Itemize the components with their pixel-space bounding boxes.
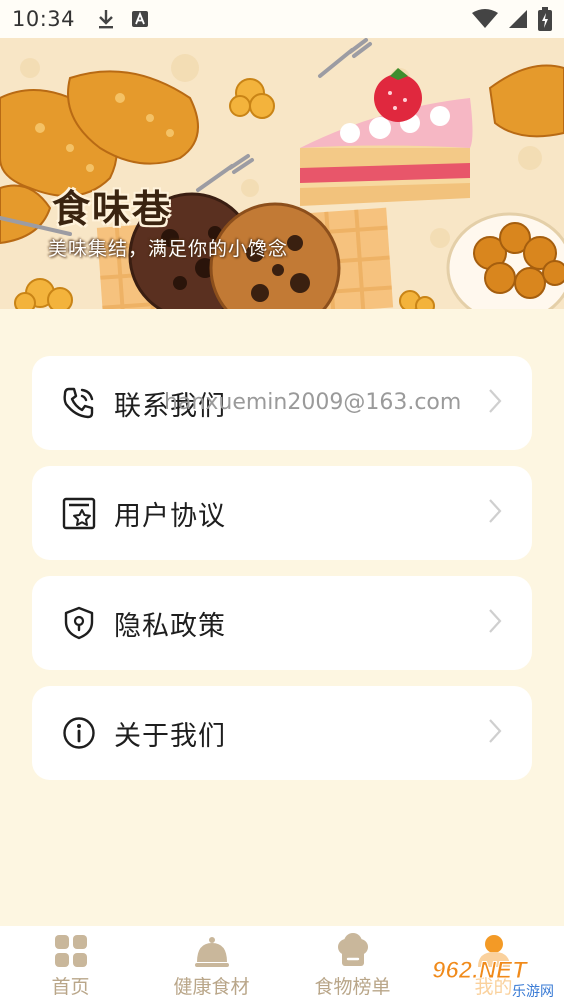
banner-illustration bbox=[0, 38, 564, 309]
shield-icon bbox=[62, 606, 96, 640]
menu-item-label: 关于我们 bbox=[114, 720, 226, 752]
chevron-right-icon bbox=[488, 388, 502, 418]
wifi-icon bbox=[472, 9, 498, 28]
status-time: 10:34 bbox=[12, 7, 76, 31]
status-notification-icons bbox=[97, 8, 149, 30]
info-icon bbox=[62, 716, 96, 750]
menu-item-privacy-policy[interactable]: 隐私政策 bbox=[32, 576, 532, 670]
menu-item-label: 隐私政策 bbox=[114, 610, 226, 642]
menu-item-contact-us[interactable]: 联系我们 hanxuemin2009@163.com bbox=[32, 356, 532, 450]
menu-item-about-us[interactable]: 关于我们 bbox=[32, 686, 532, 780]
cloche-icon bbox=[194, 937, 229, 967]
chevron-right-icon bbox=[488, 498, 502, 528]
battery-icon bbox=[538, 7, 552, 31]
banner-title: 食味巷 bbox=[52, 186, 173, 231]
chevron-right-icon bbox=[488, 608, 502, 638]
watermark-sub: 乐游网 bbox=[512, 984, 554, 1000]
watermark-main: 962.NET bbox=[432, 957, 529, 984]
chevron-right-icon bbox=[488, 718, 502, 748]
phone-icon bbox=[62, 386, 96, 420]
nav-item-food-ranking[interactable]: 食物榜单 bbox=[282, 926, 423, 1004]
agreement-star-icon bbox=[62, 496, 96, 530]
nav-label: 首页 bbox=[51, 976, 90, 998]
home-grid-icon bbox=[54, 935, 87, 967]
nav-item-home[interactable]: 首页 bbox=[0, 926, 141, 1004]
settings-menu: 联系我们 hanxuemin2009@163.com 用户协议 隐私政策 关于我… bbox=[32, 356, 532, 796]
contact-email: hanxuemin2009@163.com bbox=[164, 390, 462, 415]
nav-label: 食物榜单 bbox=[314, 976, 391, 998]
menu-item-label: 用户协议 bbox=[114, 500, 226, 532]
nav-item-healthy-ingredients[interactable]: 健康食材 bbox=[141, 926, 282, 1004]
status-system-icons bbox=[472, 7, 552, 31]
chef-hat-icon bbox=[337, 933, 368, 966]
banner: 食味巷 美味集结，满足你的小馋念 bbox=[0, 38, 564, 309]
site-watermark: 962.NET 乐游网 bbox=[428, 952, 560, 1000]
signal-icon bbox=[509, 10, 527, 28]
nav-label: 健康食材 bbox=[173, 976, 250, 998]
status-bar: 10:34 bbox=[0, 0, 564, 38]
banner-subtitle: 美味集结，满足你的小馋念 bbox=[48, 238, 289, 260]
keyboard-a-icon bbox=[132, 11, 149, 27]
download-icon bbox=[99, 10, 114, 29]
menu-item-user-agreement[interactable]: 用户协议 bbox=[32, 466, 532, 560]
